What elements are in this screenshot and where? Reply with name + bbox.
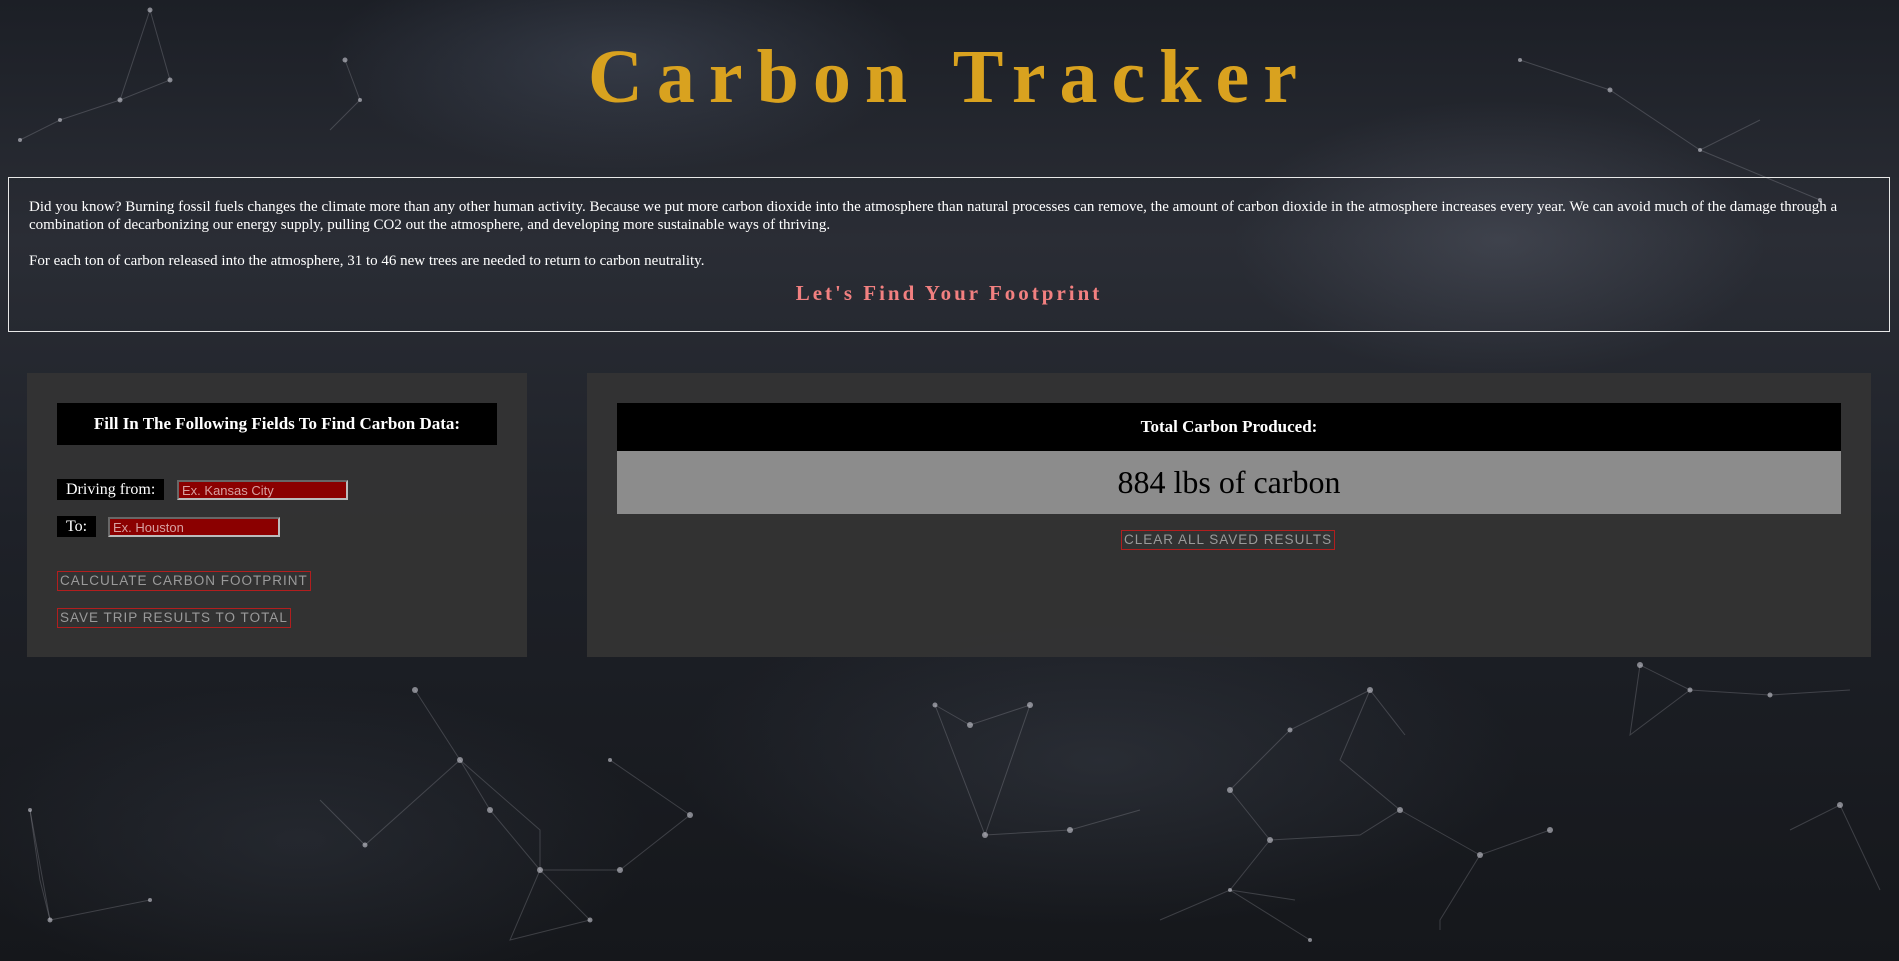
total-carbon-value: 884 lbs of carbon — [617, 451, 1841, 514]
save-trip-button[interactable]: Save Trip Results to Total — [57, 608, 291, 628]
intro-box: Did you know? Burning fossil fuels chang… — [8, 177, 1890, 332]
clear-results-button[interactable]: Clear All Saved Results — [1121, 530, 1336, 550]
page-title: Carbon Tracker — [587, 35, 1312, 119]
calculate-footprint-button[interactable]: Calculate Carbon Footprint — [57, 571, 311, 591]
destination-input[interactable] — [108, 517, 280, 537]
trip-form-panel: Fill In The Following Fields To Find Car… — [27, 373, 527, 657]
results-panel: Total Carbon Produced: 884 lbs of carbon… — [587, 373, 1871, 657]
footprint-cta: Let's Find Your Footprint — [795, 281, 1103, 305]
driving-from-input[interactable] — [177, 480, 348, 500]
intro-tree-fact: For each ton of carbon released into the… — [29, 253, 705, 269]
form-heading: Fill In The Following Fields To Find Car… — [57, 403, 497, 445]
total-carbon-heading: Total Carbon Produced: — [617, 403, 1841, 451]
driving-from-label: Driving from: — [57, 479, 165, 500]
intro-paragraph: Did you know? Burning fossil fuels chang… — [29, 199, 1838, 233]
destination-label: To: — [57, 516, 97, 537]
